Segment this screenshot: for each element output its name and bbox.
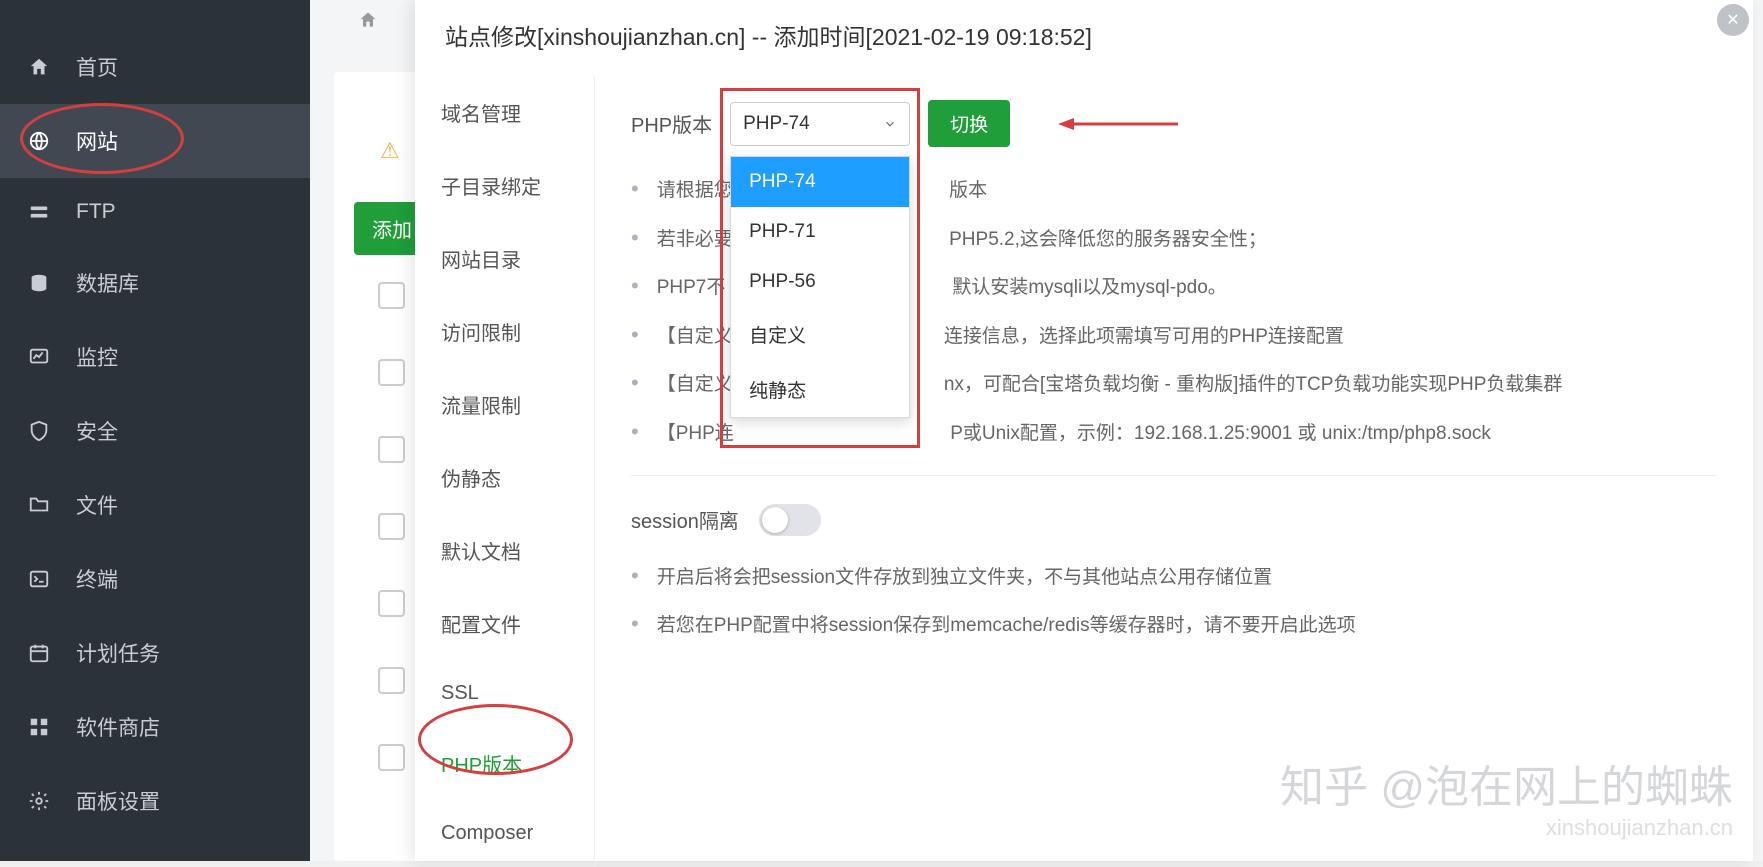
annotation-arrow-icon	[1058, 116, 1178, 132]
sidebar-item-monitor[interactable]: 监控	[0, 320, 310, 394]
session-toggle-row: session隔离	[631, 504, 1717, 536]
sidebar-item-label: 监控	[76, 342, 118, 372]
dropdown-item-php71[interactable]: PHP-71	[731, 207, 909, 257]
tip-item: 【PHP连 P或Unix配置，示例：192.168.1.25:9001 或 un…	[631, 418, 1717, 447]
modal-nav-subdir[interactable]: 子目录绑定	[415, 149, 594, 222]
dropdown-item-php56[interactable]: PHP-56	[731, 257, 909, 307]
sidebar-item-label: 安全	[76, 416, 118, 446]
phpversion-form-row: PHP版本 PHP-74 PHP-74 PHP-71 PHP-56 自定义 纯静…	[631, 100, 1717, 147]
dropdown-item-php74[interactable]: PHP-74	[731, 157, 909, 207]
ftp-icon	[28, 201, 58, 223]
row-checkbox[interactable]	[378, 359, 405, 386]
sidebar-item-label: 数据库	[76, 268, 139, 298]
sidebar-item-ftp[interactable]: FTP	[0, 178, 310, 246]
apps-icon	[28, 716, 58, 738]
modal-title: 站点修改[xinshoujianzhan.cn] -- 添加时间[2021-02…	[415, 0, 1753, 76]
modal-nav-domain[interactable]: 域名管理	[415, 76, 594, 149]
phpversion-selected-value: PHP-74	[743, 113, 810, 135]
home-icon	[28, 56, 58, 78]
divider	[631, 475, 1717, 476]
calendar-icon	[28, 642, 58, 664]
sidebar-item-label: 首页	[76, 52, 118, 82]
switch-button[interactable]: 切换	[928, 100, 1010, 147]
modal-content: PHP版本 PHP-74 PHP-74 PHP-71 PHP-56 自定义 纯静…	[595, 76, 1753, 867]
sidebar-item-label: 终端	[76, 564, 118, 594]
tip-item: 开启后将会把session文件存放到独立文件夹，不与其他站点公用存储位置	[631, 562, 1717, 591]
database-icon	[28, 272, 58, 294]
sidebar-item-label: 软件商店	[76, 712, 160, 742]
sidebar-item-appstore[interactable]: 软件商店	[0, 690, 310, 764]
phpversion-dropdown: PHP-74 PHP-71 PHP-56 自定义 纯静态	[730, 156, 910, 418]
modal-nav-access[interactable]: 访问限制	[415, 295, 594, 368]
toggle-knob	[762, 507, 788, 533]
session-label: session隔离	[631, 505, 739, 534]
row-checkbox[interactable]	[378, 667, 405, 694]
terminal-icon	[28, 568, 58, 590]
sidebar-item-website[interactable]: 网站	[0, 104, 310, 178]
dropdown-item-custom[interactable]: 自定义	[731, 307, 909, 362]
modal-nav-sitedir[interactable]: 网站目录	[415, 222, 594, 295]
modal-nav-phpversion[interactable]: PHP版本	[415, 727, 594, 800]
watermark-sub: xinshoujianzhan.cn	[1280, 815, 1733, 841]
modal-nav-config[interactable]: 配置文件	[415, 587, 594, 660]
shield-icon	[28, 420, 58, 442]
warning-icon: ⚠	[380, 138, 400, 164]
watermark-main: 知乎 @泡在网上的蜘蛛	[1280, 763, 1733, 812]
sidebar-item-label: 面板设置	[76, 786, 160, 816]
row-checkbox[interactable]	[378, 282, 405, 309]
row-checkbox[interactable]	[378, 590, 405, 617]
row-checkbox[interactable]	[378, 744, 405, 771]
home-small-icon	[358, 10, 378, 30]
sidebar-item-label: 网站	[76, 126, 118, 156]
phpversion-label: PHP版本	[631, 109, 712, 138]
sidebar-item-terminal[interactable]: 终端	[0, 542, 310, 616]
modal-nav-rewrite[interactable]: 伪静态	[415, 441, 594, 514]
sidebar-item-label: 计划任务	[76, 638, 160, 668]
site-edit-modal: ✕ 站点修改[xinshoujianzhan.cn] -- 添加时间[2021-…	[415, 0, 1753, 861]
chevron-down-icon	[883, 117, 897, 131]
sidebar-item-settings[interactable]: 面板设置	[0, 764, 310, 838]
session-tips-list: 开启后将会把session文件存放到独立文件夹，不与其他站点公用存储位置 若您在…	[631, 562, 1717, 639]
sidebar-item-cron[interactable]: 计划任务	[0, 616, 310, 690]
modal-nav-ssl[interactable]: SSL	[415, 660, 594, 727]
sidebar-item-files[interactable]: 文件	[0, 468, 310, 542]
breadcrumb	[358, 10, 384, 30]
modal-nav-defaultdoc[interactable]: 默认文档	[415, 514, 594, 587]
sidebar-item-security[interactable]: 安全	[0, 394, 310, 468]
sidebar-item-label: 文件	[76, 490, 118, 520]
folder-icon	[28, 494, 58, 516]
row-checkbox[interactable]	[378, 436, 405, 463]
table-checkbox-column	[378, 282, 405, 771]
chart-icon	[28, 346, 58, 368]
globe-icon	[28, 130, 58, 152]
sidebar-item-home[interactable]: 首页	[0, 30, 310, 104]
sidebar-item-label: FTP	[76, 200, 116, 224]
phpversion-select[interactable]: PHP-74	[730, 102, 910, 146]
tip-item: 若您在PHP配置中将session保存到memcache/redis等缓存器时，…	[631, 610, 1717, 639]
row-checkbox[interactable]	[378, 513, 405, 540]
main-sidebar: 首页 网站 FTP 数据库 监控 安全 文件 终端 计划任务 软件商店 面板设置	[0, 0, 310, 861]
modal-nav: 域名管理 子目录绑定 网站目录 访问限制 流量限制 伪静态 默认文档 配置文件 …	[415, 76, 595, 867]
session-toggle[interactable]	[759, 504, 821, 536]
modal-nav-traffic[interactable]: 流量限制	[415, 368, 594, 441]
watermark: 知乎 @泡在网上的蜘蛛 xinshoujianzhan.cn	[1280, 751, 1733, 841]
gear-icon	[28, 790, 58, 812]
close-icon[interactable]: ✕	[1717, 4, 1749, 36]
sidebar-item-database[interactable]: 数据库	[0, 246, 310, 320]
modal-nav-composer[interactable]: Composer	[415, 800, 594, 867]
dropdown-item-static[interactable]: 纯静态	[731, 362, 909, 417]
